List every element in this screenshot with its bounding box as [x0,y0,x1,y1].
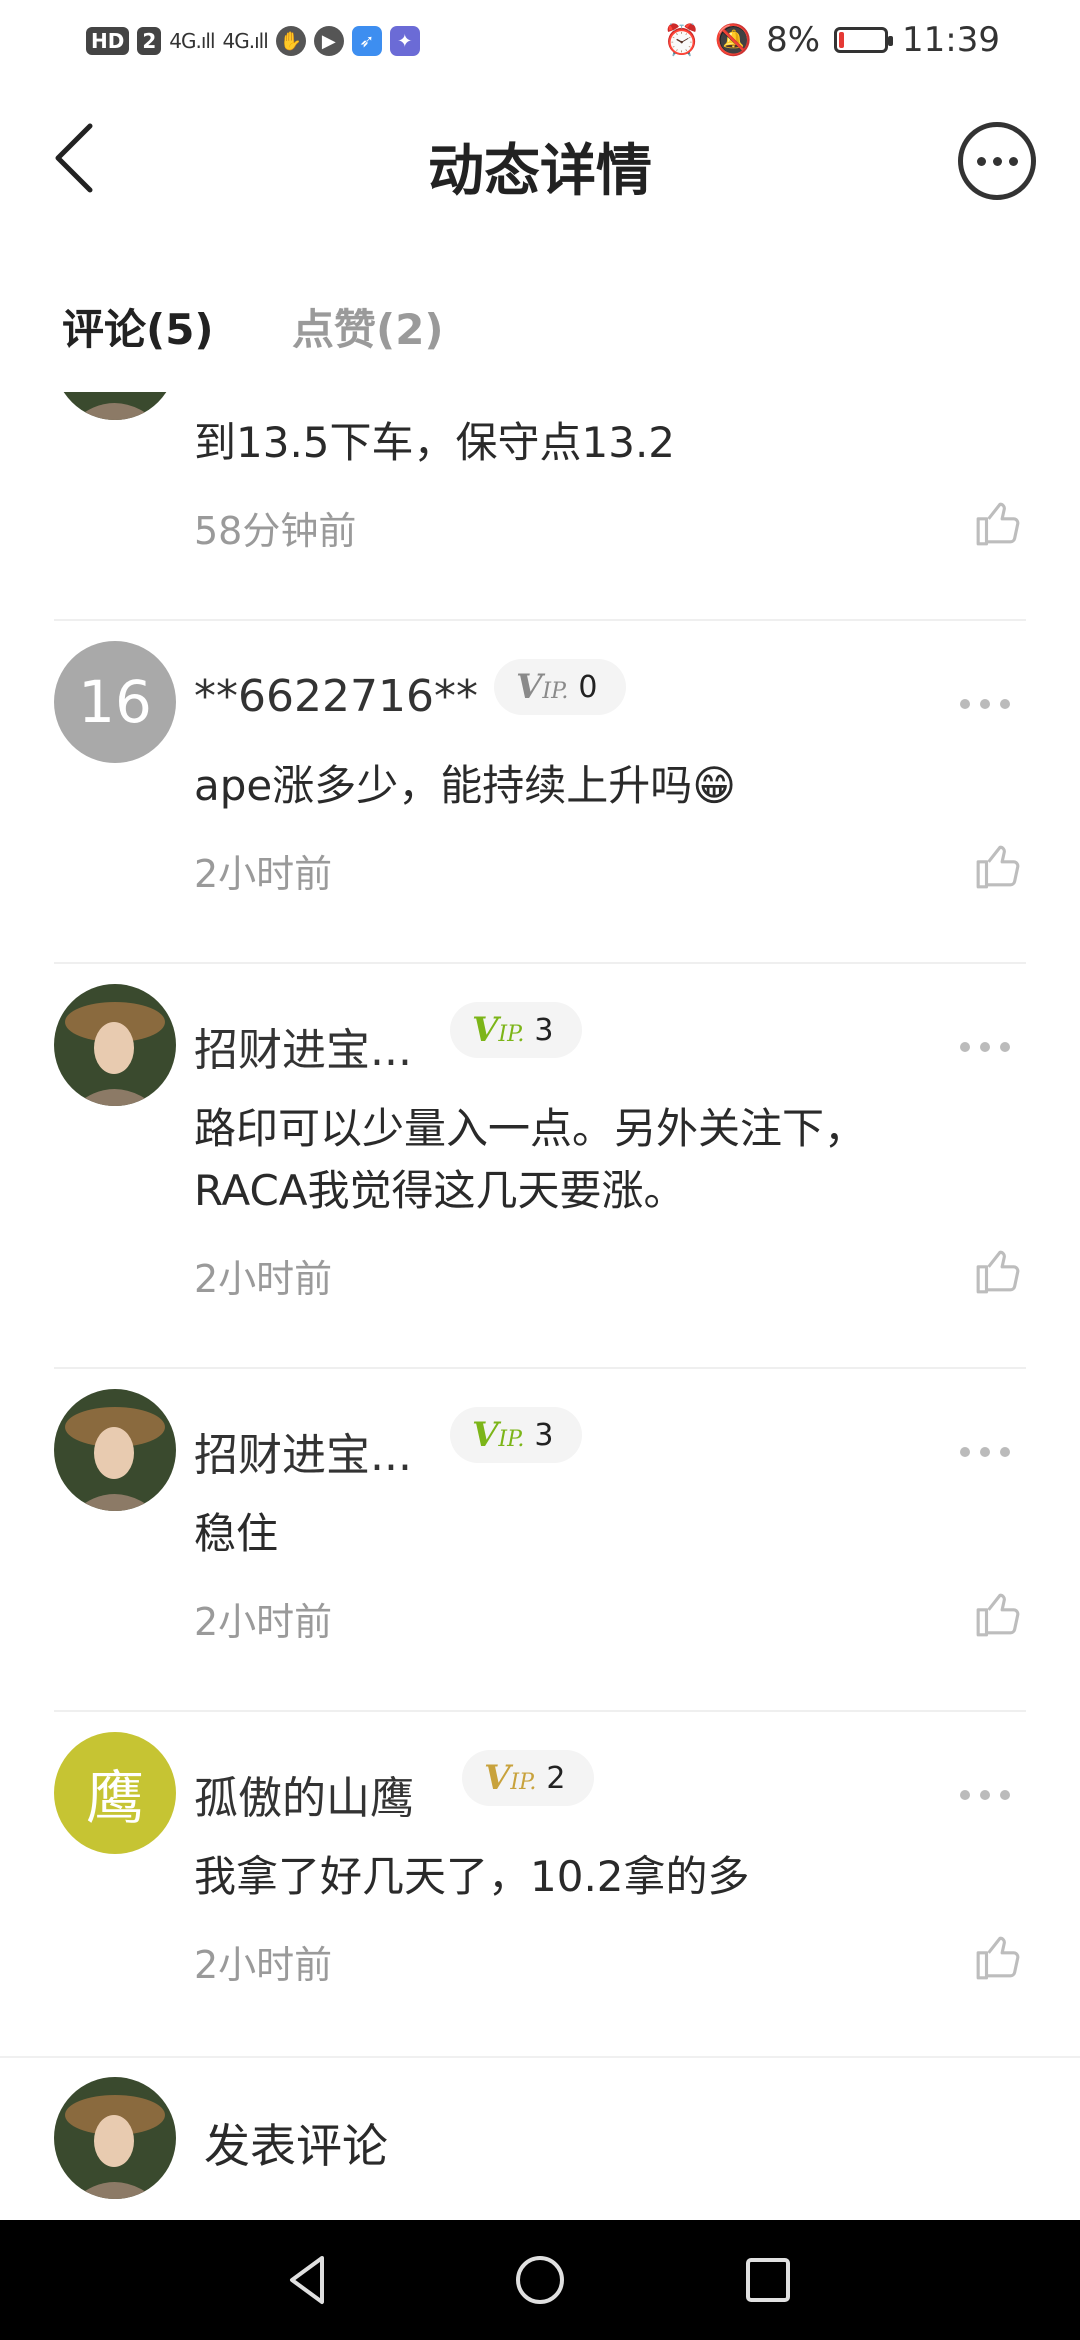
vip-badge: VIP. 3 [450,1002,582,1058]
thumbs-up-icon[interactable] [974,841,1024,891]
signal-1-icon: 4G.ıll [169,29,215,53]
vip-badge: VIP. 2 [462,1750,594,1806]
user-avatar[interactable] [54,984,176,1106]
hd-badge: HD [86,27,130,55]
nav-recents-icon[interactable] [738,2250,798,2310]
portrait-avatar-image [54,984,176,1106]
clock: 11:39 [902,20,1000,60]
page-title: 动态详情 [428,139,652,204]
comment-time: 2小时前 [194,1600,333,1644]
thumbs-up-icon[interactable] [974,1246,1024,1296]
portrait-avatar-image [54,392,176,420]
vip-logo-icon: VIP. [472,1415,525,1455]
comment-item: 鹰 孤傲的山鹰 VIP. 2 我拿了好几天了，10.2拿的多 2小时前 [0,1712,1080,2055]
user-avatar[interactable]: 16 [54,641,176,763]
vip-level: 3 [534,1012,554,1048]
signal-2-icon: 4G.ıll [222,29,269,53]
vip-level: 3 [534,1417,554,1453]
comment-time: 2小时前 [194,852,333,896]
vip-logo-icon: VIP. [472,1010,525,1050]
comment-text: 路印可以少量入一点。另外关注下，RACA我觉得这几天要涨。 [194,1104,867,1215]
comment-list[interactable]: 到13.5下车，保守点13.2 58分钟前 16 **6622716** VIP… [0,392,1080,2056]
portrait-avatar-image [54,1389,176,1511]
comment-item: 16 **6622716** VIP. 0 ape涨多少，能持续上升吗😁 2小时… [0,621,1080,964]
vip-badge: VIP. 0 [494,659,626,715]
comment-more-button[interactable] [960,699,1010,709]
username[interactable]: **6622716** [194,671,478,722]
comment-text: 到13.5下车，保守点13.2 [194,418,676,467]
study-app-icon: ✦ [389,26,420,56]
status-left: HD 2 4G.ıll 4G.ıll ✋ ▶ ➶ ✦ [86,20,420,62]
vip-logo-icon: VIP. [484,1758,537,1798]
comment-text: 稳住 [194,1509,279,1558]
vip-logo-icon: VIP. [516,667,569,707]
username[interactable]: 孤傲的山鹰 [194,1762,414,1826]
vip-level: 0 [578,669,598,705]
thumbs-up-icon[interactable] [974,1589,1024,1639]
vip-badge: VIP. 3 [450,1407,582,1463]
comment-text: ape涨多少，能持续上升吗😁 [194,761,737,810]
more-dot-icon [1008,156,1018,166]
comment-text: 我拿了好几天了，10.2拿的多 [194,1852,750,1901]
nav-back-icon[interactable] [278,2250,338,2310]
hand-app-icon: ✋ [275,26,306,56]
comment-item: 到13.5下车，保守点13.2 58分钟前 [0,392,1080,621]
tab-comments[interactable]: 评论(5) [62,296,214,357]
play-app-icon: ▶ [313,26,344,56]
comment-item: 招财进宝... VIP. 3 路印可以少量入一点。另外关注下，RACA我觉得这几… [0,964,1080,1369]
status-bar: HD 2 4G.ıll 4G.ıll ✋ ▶ ➶ ✦ ⏰ 🔕 8% 11:39 [0,0,1080,80]
battery-icon [834,27,894,53]
post-comment-input[interactable]: 发表评论 [204,2110,388,2176]
user-avatar[interactable]: 鹰 [54,1732,176,1854]
alarm-icon: ⏰ [663,22,701,58]
sim-badge: 2 [137,27,162,55]
my-avatar [54,2077,176,2199]
user-avatar[interactable] [54,1389,176,1511]
comment-time: 2小时前 [194,1943,333,1987]
username[interactable]: 招财进宝... [194,1419,412,1483]
user-avatar[interactable] [54,392,176,420]
feather-app-icon: ➶ [351,26,382,56]
more-options-button[interactable] [958,122,1036,200]
comment-more-button[interactable] [960,1790,1010,1800]
comment-time: 2小时前 [194,1257,333,1301]
username[interactable]: 招财进宝... [194,1014,412,1078]
vip-level: 2 [546,1760,566,1796]
comment-more-button[interactable] [960,1447,1010,1457]
status-right: ⏰ 🔕 8% 11:39 [663,18,1000,62]
comment-more-button[interactable] [960,1042,1010,1052]
thumbs-up-icon[interactable] [974,498,1024,548]
battery-percent: 8% [766,20,821,60]
more-dot-icon [976,156,986,166]
comment-item: 招财进宝... VIP. 3 稳住 2小时前 [0,1369,1080,1712]
tab-likes[interactable]: 点赞(2) [292,296,444,357]
mute-bell-icon: 🔕 [714,22,753,58]
comment-time: 58分钟前 [194,509,357,553]
thumbs-up-icon[interactable] [974,1932,1024,1982]
more-dot-icon [992,156,1002,166]
nav-home-icon[interactable] [510,2250,570,2310]
portrait-avatar-image [54,2077,176,2199]
